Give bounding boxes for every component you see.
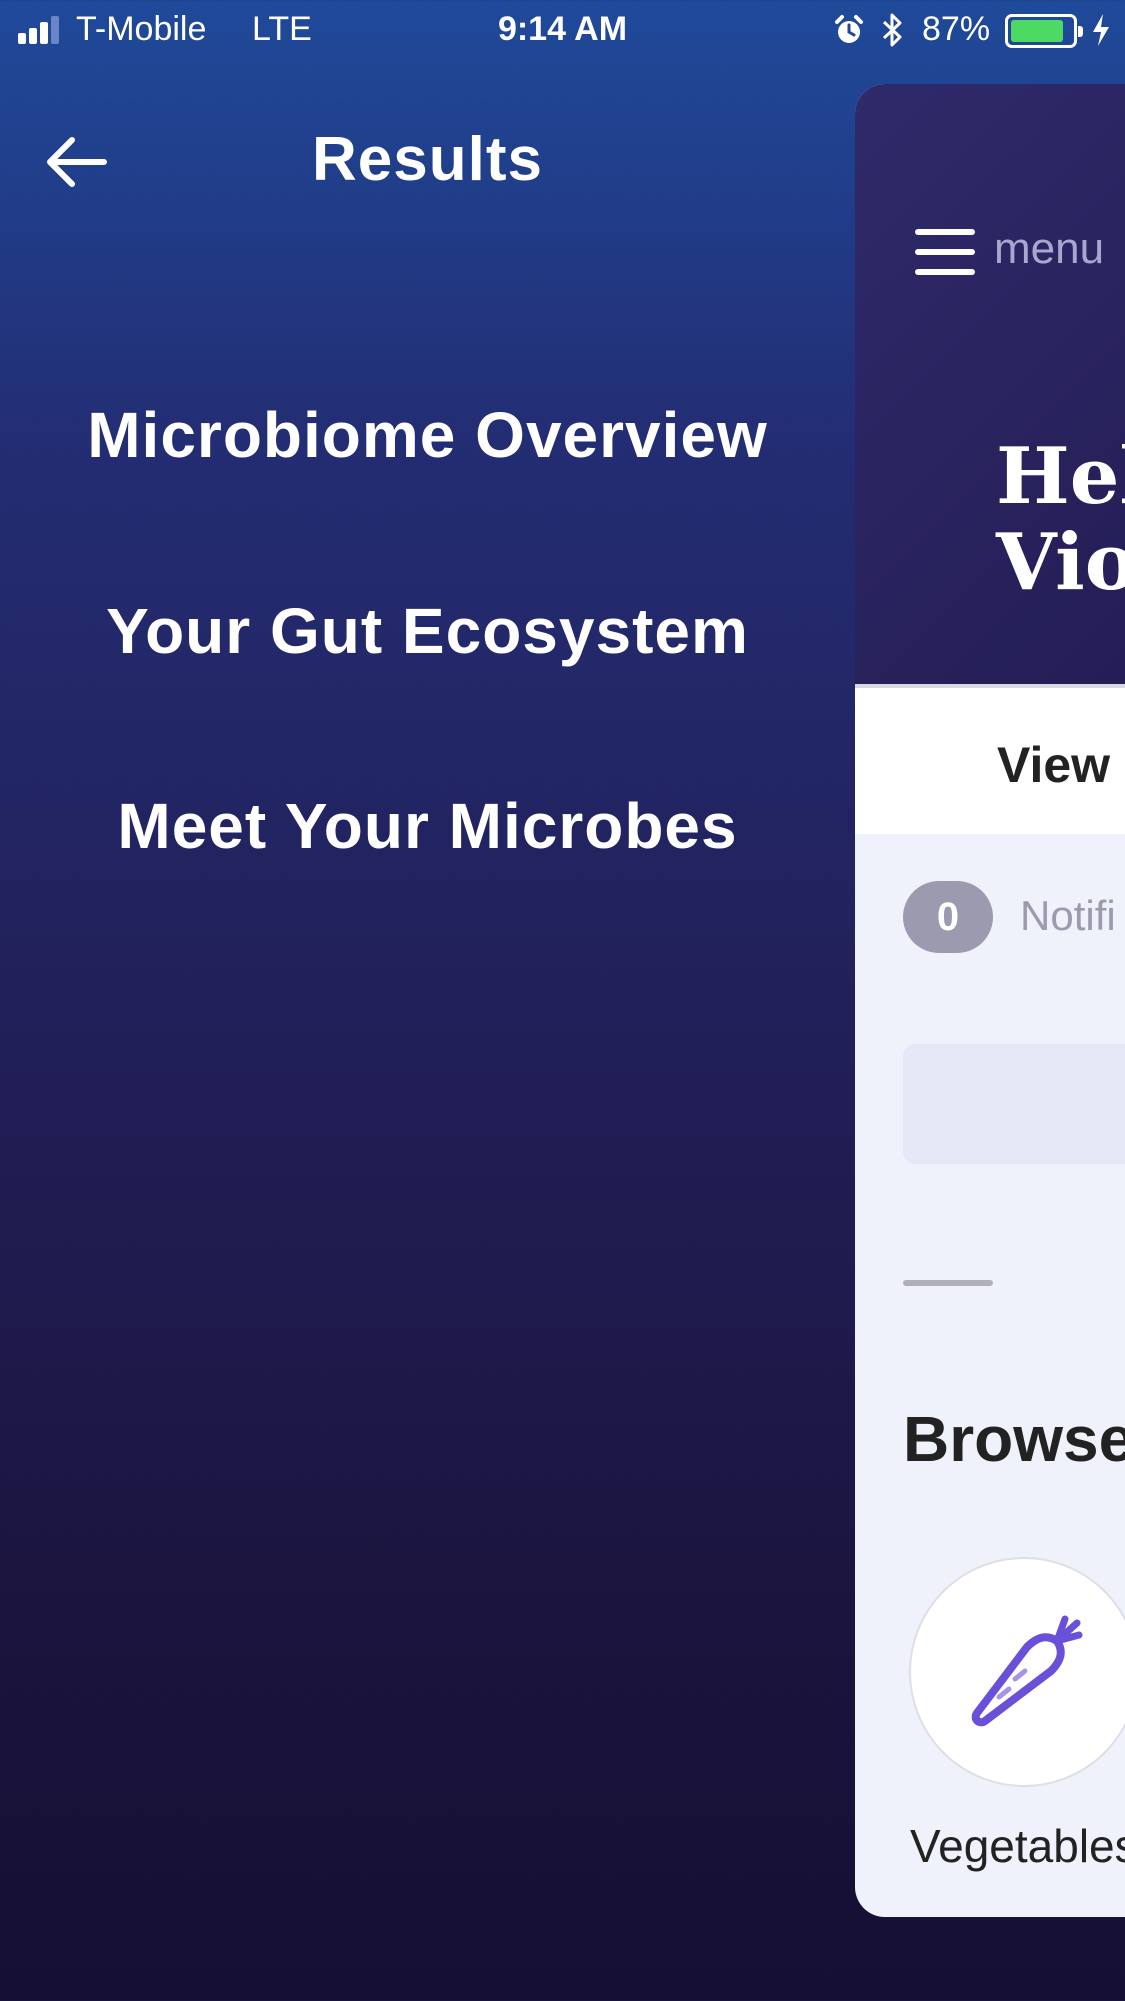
greeting: Hell Viol bbox=[996, 434, 1125, 606]
vegetables-label: Vegetables bbox=[910, 1820, 1125, 1872]
info-card[interactable] bbox=[903, 1044, 1125, 1164]
charging-icon bbox=[1093, 14, 1109, 46]
battery-percent: 87% bbox=[922, 10, 991, 48]
vegetables-category-button[interactable] bbox=[909, 1557, 1125, 1787]
notification-count-badge[interactable]: 0 bbox=[903, 881, 993, 953]
hamburger-menu-icon[interactable] bbox=[915, 229, 975, 275]
hero-section: menu Hell Viol bbox=[855, 84, 1125, 684]
menu-item-meet-microbes[interactable]: Meet Your Microbes bbox=[0, 789, 855, 863]
menu-label[interactable]: menu bbox=[994, 224, 1104, 274]
carrot-icon bbox=[971, 1615, 1083, 1727]
bluetooth-icon bbox=[882, 13, 902, 47]
browse-heading: Browse bbox=[903, 1403, 1125, 1475]
view-tab-label: View bbox=[997, 737, 1111, 793]
greeting-line-2: Viol bbox=[996, 517, 1125, 608]
menu-item-microbiome-overview[interactable]: Microbiome Overview bbox=[0, 398, 855, 472]
page-title: Results bbox=[312, 125, 543, 194]
menu-item-gut-ecosystem[interactable]: Your Gut Ecosystem bbox=[0, 594, 855, 668]
greeting-line-1: Hell bbox=[996, 431, 1125, 522]
battery-icon bbox=[1005, 14, 1083, 48]
status-bar: T-Mobile LTE 9:14 AM 87% bbox=[0, 0, 1125, 62]
section-divider bbox=[903, 1280, 993, 1286]
view-tab[interactable]: View bbox=[855, 684, 1125, 834]
main-panel[interactable]: menu Hell Viol View 0 Notifi Browse Vege… bbox=[855, 84, 1125, 1917]
alarm-icon bbox=[835, 15, 863, 43]
notifications-label[interactable]: Notifi bbox=[1020, 892, 1116, 940]
